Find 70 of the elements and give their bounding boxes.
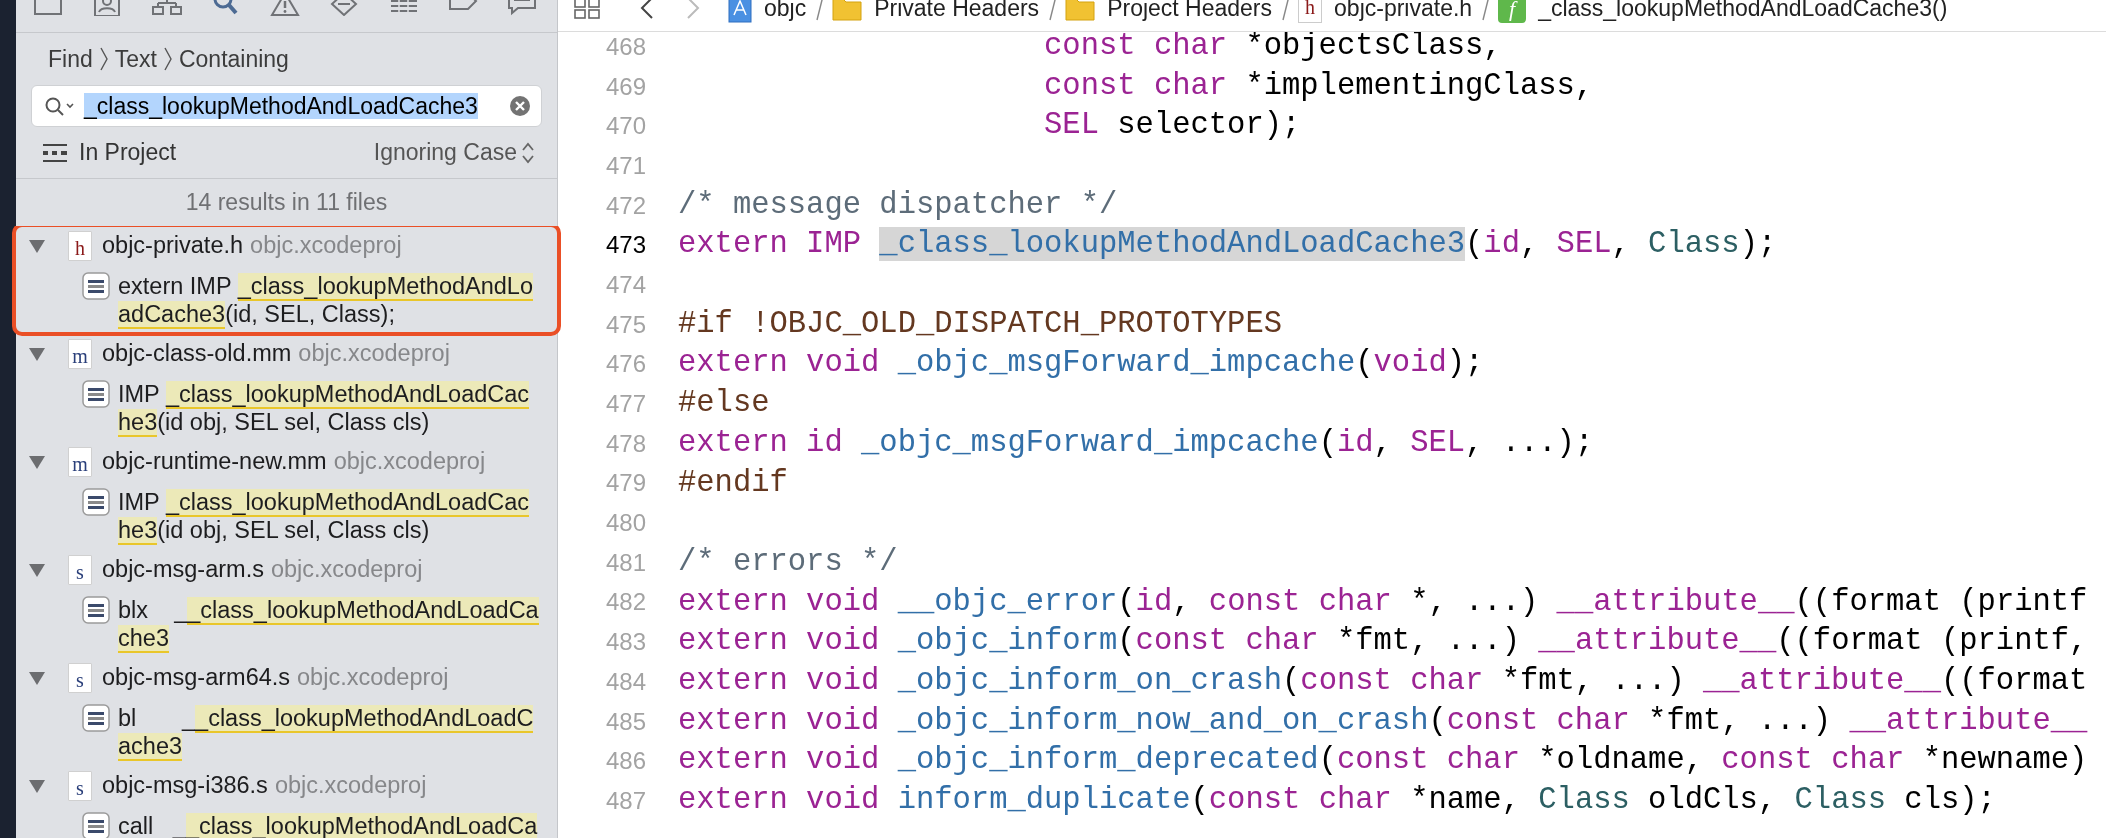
line-number: 482	[604, 587, 646, 618]
jump-bar-item[interactable]: Private Headers	[874, 0, 1040, 26]
file-name[interactable]: objc-msg-arm.s	[102, 552, 264, 588]
line-number: 468	[604, 31, 646, 62]
jump-bar-item[interactable]: objc	[764, 0, 807, 26]
find-path-item[interactable]: Containing	[178, 41, 289, 77]
code-line: /* errors */	[678, 543, 898, 581]
line-number: 471	[604, 150, 646, 181]
project-name: objc.xcodeproj	[274, 771, 427, 801]
line-number: 481	[604, 547, 646, 578]
project-name: objc.xcodeproj	[250, 231, 402, 261]
file-icon: h	[1298, 0, 1323, 23]
project-name: objc.xcodeproj	[333, 447, 486, 477]
match-text[interactable]: blx __class_lookupMethodAndLoadCache3	[118, 596, 542, 652]
code-line: /* message dispatcher */	[678, 186, 1118, 224]
line-number: 477	[604, 389, 646, 420]
line-number: 487	[604, 785, 646, 816]
scope-menu[interactable]: In Project	[79, 135, 177, 170]
line-number: 480	[604, 508, 646, 539]
file-icon: s	[68, 771, 92, 801]
line-number: 472	[604, 190, 646, 221]
line-number: 473	[604, 230, 646, 261]
code-line: extern id _objc_msgForward_impcache(id, SEL, ...);	[678, 424, 1594, 462]
file-icon: s	[68, 555, 92, 585]
file-icon: s	[68, 663, 92, 693]
code-line: extern void inform_duplicate(const char *name, Class oldCls, Class cls);	[678, 782, 1996, 820]
matching-menu[interactable]: Ignoring Case	[373, 135, 517, 170]
code-line: const char *implementingClass,	[1043, 67, 1594, 105]
project-name: objc.xcodeproj	[297, 663, 449, 693]
code-line: SEL selector);	[1043, 107, 1301, 145]
code-line: #endif	[678, 464, 788, 502]
code-line: extern void _objc_inform_now_and_on_crash(const char *fmt, ...) __attribute__	[678, 702, 2088, 740]
file-name[interactable]: objc-msg-arm64.s	[102, 660, 291, 696]
code-line: extern void __objc_error(id, const char *, ...) __attribute__((format (printf	[678, 583, 2088, 621]
line-number: 469	[604, 71, 646, 102]
jump-bar-item[interactable]: Project Headers	[1107, 0, 1273, 26]
code-line: extern void _objc_inform_deprecated(const char *oldname, const char *newname)	[678, 742, 2088, 780]
line-number: 484	[604, 666, 646, 697]
find-path-item[interactable]: Find	[48, 41, 93, 77]
line-number: 479	[604, 468, 646, 499]
file-icon: m	[68, 339, 92, 369]
file-icon: h	[68, 231, 92, 261]
search-field[interactable]: _class_lookupMethodAndLoadCache3	[31, 85, 542, 127]
file-name[interactable]: objc-private.h	[102, 228, 244, 264]
line-number: 486	[604, 746, 646, 777]
code-line: extern void _objc_inform_on_crash(const char *fmt, ...) __attribute__((format	[678, 662, 2088, 700]
file-icon: m	[68, 447, 92, 477]
line-number: 475	[604, 309, 646, 340]
function-badge: f	[1498, 0, 1527, 23]
line-number: 485	[604, 706, 646, 737]
results-summary: 14 results in 11 files	[185, 188, 388, 218]
code-line: extern void _objc_inform(const char *fmt, ...) __attribute__((format (printf,	[678, 623, 2088, 661]
project-name: objc.xcodeproj	[270, 555, 423, 585]
code-line: #else	[678, 385, 770, 423]
code-line: extern void _objc_msgForward_impcache(void);	[678, 345, 1484, 383]
file-name[interactable]: objc-class-old.mm	[102, 336, 292, 372]
code-line: extern IMP _class_lookupMethodAndLoadCache3(id, SEL, Class);	[678, 226, 1777, 264]
find-path-item[interactable]: Text	[114, 41, 157, 77]
code-line: const char *objectsClass,	[1043, 27, 1502, 65]
jump-bar-item[interactable]: _class_lookupMethodAndLoadCache3()	[1538, 0, 1948, 26]
line-number: 483	[604, 627, 646, 658]
line-number: 476	[604, 349, 646, 380]
line-number: 478	[604, 428, 646, 459]
code-line: #if !OBJC_OLD_DISPATCH_PROTOTYPES	[678, 305, 1282, 343]
line-number: 474	[604, 269, 646, 300]
file-name[interactable]: objc-runtime-new.mm	[102, 444, 327, 480]
file-name[interactable]: objc-msg-i386.s	[102, 768, 268, 804]
jump-bar-item[interactable]: objc-private.h	[1334, 0, 1473, 26]
line-number: 470	[604, 111, 646, 142]
project-name: objc.xcodeproj	[298, 339, 450, 369]
